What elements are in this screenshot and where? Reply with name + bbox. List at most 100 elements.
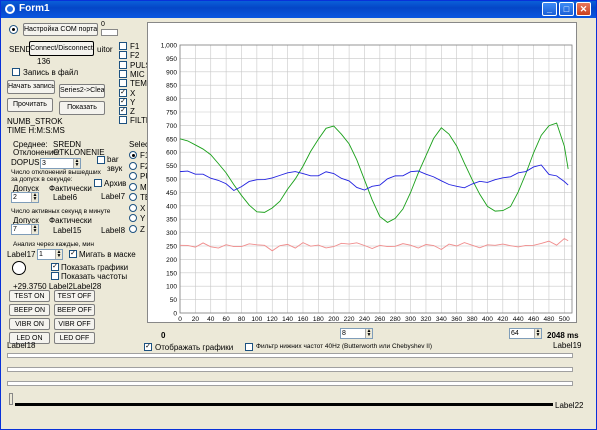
beep-on-button[interactable]: BEEP ON — [9, 304, 50, 316]
track-bar-3[interactable] — [7, 381, 573, 386]
channel-checkbox-x[interactable]: ✓ — [119, 88, 127, 97]
channel-checkbox-puls[interactable] — [119, 60, 127, 69]
show-freq-checkbox[interactable] — [51, 272, 59, 280]
select-radio-z[interactable] — [129, 224, 137, 233]
y-tick-label: 650 — [166, 136, 177, 143]
x-tick-label: 140 — [282, 316, 293, 322]
bar-checkbox[interactable] — [97, 156, 105, 164]
y-tick-label: 500 — [166, 177, 177, 184]
channel-checkbox-f2[interactable] — [119, 51, 127, 60]
x-tick-label: 300 — [405, 316, 416, 322]
y-tick-label: 550 — [166, 163, 177, 170]
y-tick-label: 750 — [166, 110, 177, 117]
show-button[interactable]: Показать — [59, 101, 105, 115]
x-tick-label: 60 — [223, 316, 231, 322]
minimize-icon[interactable]: _ — [542, 2, 557, 16]
channel-label-y: Y — [130, 97, 136, 107]
led-off-button[interactable]: LED OFF — [54, 332, 95, 344]
progress-line — [15, 403, 553, 406]
select-radio-f2[interactable] — [129, 161, 137, 170]
com-settings-button[interactable]: Настройка COM порта — [23, 23, 98, 36]
select-radio-x[interactable] — [129, 203, 137, 212]
label19: Label19 — [553, 341, 582, 350]
label22: Label22 — [555, 401, 584, 410]
actual-label: Фактически — [49, 184, 92, 193]
blink-label: Мигать в маске — [79, 250, 136, 259]
dopusk-spin[interactable]: 3 ▲ ▼ — [40, 158, 81, 169]
channel-checkbox-temper[interactable] — [119, 79, 127, 88]
select-radio-y[interactable] — [129, 214, 137, 222]
tolerance-spin-2[interactable]: 7 ▲ ▼ — [11, 224, 39, 235]
channel-checkbox-y[interactable]: ✓ — [119, 97, 127, 106]
x-tick-label: 0 — [178, 316, 182, 322]
counter-label: 136 — [37, 57, 51, 66]
track-bar-1[interactable] — [7, 353, 573, 358]
numb-strok-label: NUMB_STROK — [7, 117, 63, 126]
spin-8[interactable]: 8 ▲ ▼ — [340, 328, 373, 339]
y-tick-label: 300 — [166, 230, 177, 237]
track-bar-2[interactable] — [7, 367, 573, 372]
select-label-z: Z — [140, 224, 145, 234]
indicator-circle — [12, 261, 26, 275]
write-file-checkbox[interactable] — [12, 68, 20, 76]
active-text: Число активных секунд в минуте — [11, 208, 111, 215]
analysis-spin[interactable]: 1 ▲ ▼ — [37, 249, 63, 260]
label8: Label8 — [101, 226, 126, 235]
y-tick-label: 950 — [166, 56, 177, 63]
label6: Label6 — [53, 193, 78, 202]
channel-checkbox-f1[interactable] — [119, 42, 127, 50]
select-radio-puls[interactable] — [129, 172, 137, 180]
maximize-icon[interactable]: □ — [559, 2, 574, 16]
select-label-y: Y — [140, 214, 146, 223]
x-tick-label: 400 — [482, 316, 493, 322]
send-label[interactable]: SEND — [9, 45, 31, 54]
test-off-button[interactable]: TEST OFF — [54, 290, 95, 302]
series-line-3 — [179, 237, 569, 252]
select-radio-f1[interactable] — [129, 151, 137, 159]
connect-button[interactable]: Connect/Disconnect — [29, 41, 94, 56]
select-radio-temp[interactable] — [129, 193, 137, 201]
filter-label: Фильтр нижних частот 40Hz (Butterworth и… — [256, 343, 433, 350]
start-write-button[interactable]: Начать запись — [7, 80, 55, 94]
show-graphs-checkbox[interactable]: ✓ — [51, 263, 59, 271]
x-tick-label: 100 — [251, 316, 262, 322]
read-button[interactable]: Прочитать — [7, 98, 53, 112]
filter-checkbox[interactable] — [245, 343, 253, 351]
com-value: 0 — [101, 21, 105, 28]
chart-panel: 0 50 100 150 200 250 300 350 400 450 500 550 600 650 7… — [147, 22, 577, 323]
y-tick-label: 350 — [166, 217, 177, 224]
app-icon — [5, 4, 15, 14]
x-tick-label: 120 — [267, 316, 278, 322]
show-graphs-bottom-label: Отображать графики — [155, 343, 234, 352]
close-icon[interactable]: ✕ — [576, 2, 591, 16]
monitor-label[interactable]: uitor — [97, 45, 113, 54]
select-radio-mic[interactable] — [129, 182, 137, 191]
com-radio[interactable] — [9, 25, 18, 34]
x-tick-label: 340 — [436, 316, 447, 322]
show-graphs-label: Показать графики — [61, 263, 129, 272]
arhiv-checkbox[interactable] — [94, 179, 102, 187]
zvuk-label: звук — [107, 164, 123, 173]
y-tick-label: 800 — [166, 96, 177, 103]
vibr-on-button[interactable]: VIBR ON — [9, 318, 50, 330]
channel-checkbox-mic[interactable] — [119, 69, 127, 78]
show-graphs-bottom-checkbox[interactable]: ✓ — [144, 343, 152, 351]
series-clear-button[interactable]: Series2->Clear — [59, 84, 105, 98]
beep-off-button[interactable]: BEEP OFF — [54, 304, 95, 316]
slider-thumb[interactable] — [9, 393, 13, 405]
y-tick-label: 400 — [166, 203, 177, 210]
y-tick-label: 1,000 — [161, 43, 178, 50]
y-tick-label: 150 — [166, 270, 177, 277]
channel-checkbox-z[interactable]: ✓ — [119, 107, 127, 116]
title-bar[interactable]: Form1 _ □ ✕ — [1, 1, 596, 18]
blink-checkbox[interactable]: ✓ — [69, 250, 77, 258]
channel-label-z: Z — [130, 107, 135, 117]
x-tick-label: 380 — [467, 316, 478, 322]
tolerance-spin[interactable]: 2 ▲ ▼ — [11, 192, 39, 203]
test-on-button[interactable]: TEST ON — [9, 290, 50, 302]
select-label-x: X — [140, 203, 146, 213]
channel-checkbox-filtr[interactable] — [119, 116, 127, 125]
vibr-off-button[interactable]: VIBR OFF — [54, 318, 95, 330]
spin-64[interactable]: 64 ▲ ▼ — [509, 328, 542, 339]
y-tick-label: 850 — [166, 83, 177, 90]
